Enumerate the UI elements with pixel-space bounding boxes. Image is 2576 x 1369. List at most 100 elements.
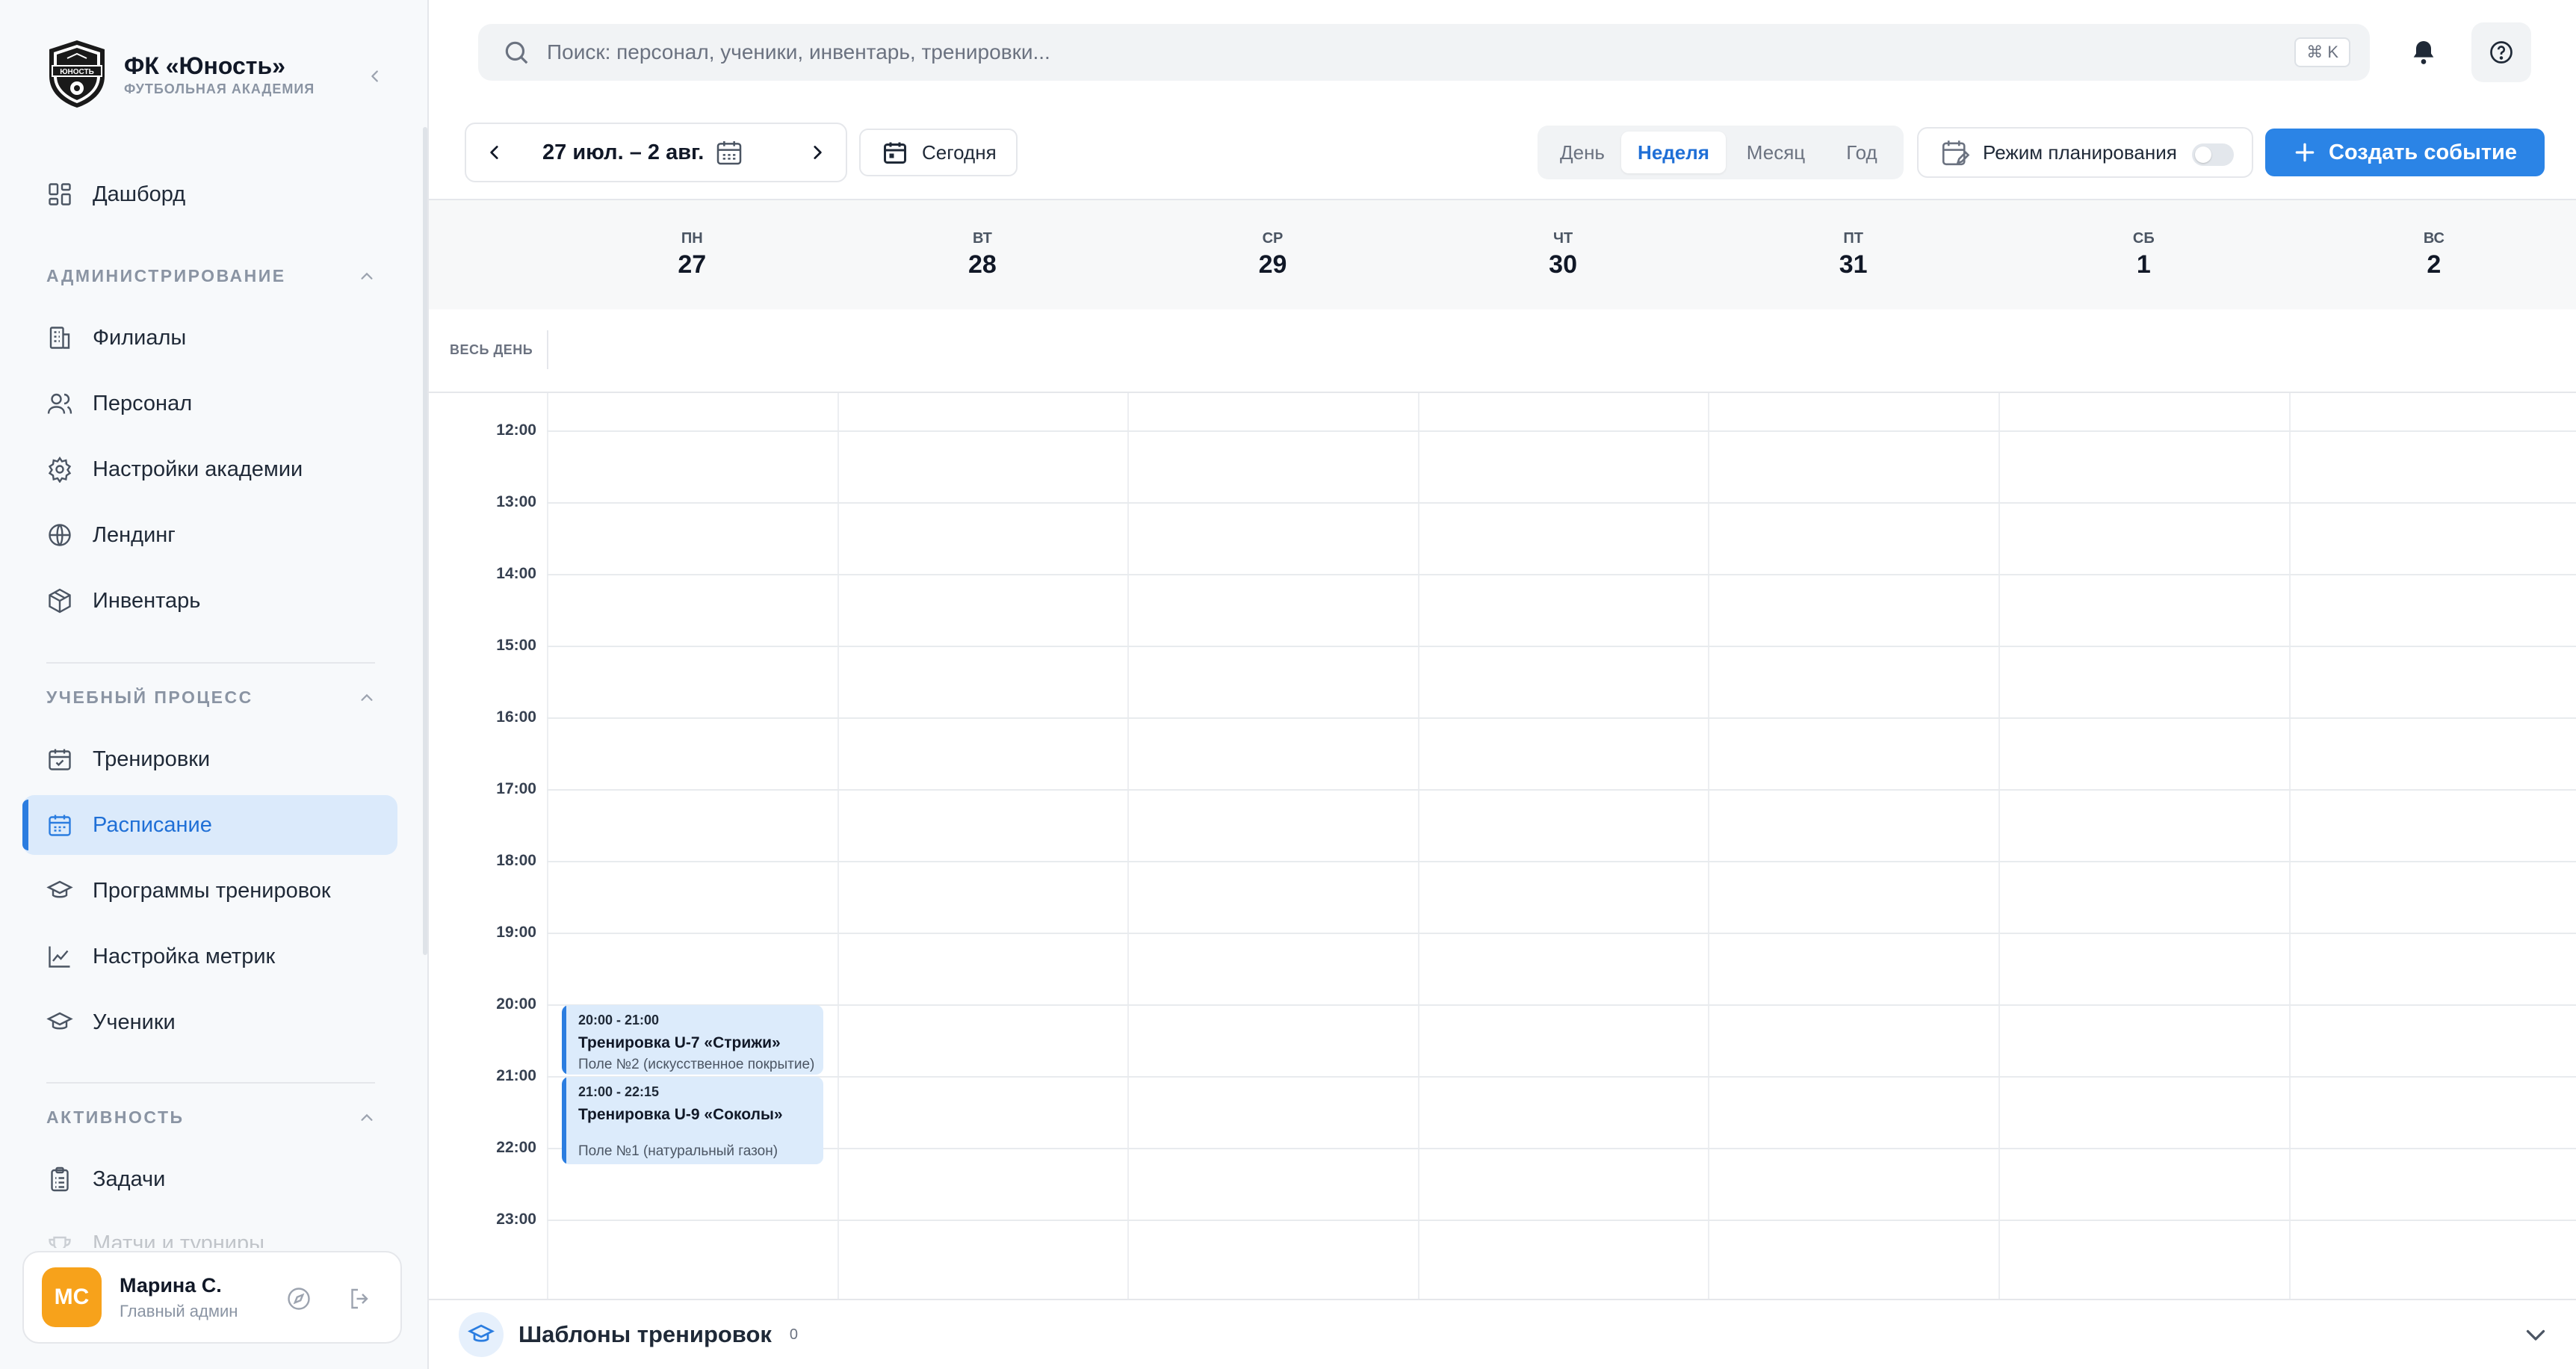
date-range-label[interactable]: 27 июл. – 2 авг. bbox=[542, 140, 704, 165]
building-icon bbox=[45, 323, 75, 353]
hour-line bbox=[547, 574, 2576, 575]
sidebar-item-label: Расписание bbox=[93, 812, 212, 837]
day-header[interactable]: ПТ 31 bbox=[1708, 200, 1998, 309]
chevron-left-icon bbox=[371, 70, 378, 82]
day-header[interactable]: СБ 1 bbox=[1998, 200, 2289, 309]
help-icon bbox=[2490, 41, 2512, 64]
logout-icon bbox=[351, 1288, 368, 1309]
day-header[interactable]: ЧТ 30 bbox=[1418, 200, 1709, 309]
planning-mode-toggle[interactable] bbox=[2192, 143, 2234, 166]
hour-label: 17:00 bbox=[496, 780, 536, 797]
sidebar-item-landing[interactable]: Лендинг bbox=[22, 505, 397, 565]
logo-text: ЮНОСТЬ bbox=[60, 68, 94, 76]
view-week-tab[interactable]: Неделя bbox=[1621, 132, 1726, 173]
user-card[interactable]: МС Марина С. Главный админ bbox=[22, 1251, 402, 1344]
sidebar-item-label: Инвентарь bbox=[93, 588, 201, 613]
calendar-edit-icon bbox=[1942, 140, 1970, 166]
day-name: СБ bbox=[2132, 230, 2155, 247]
compass-button[interactable] bbox=[284, 1284, 314, 1314]
sidebar-item-dashboard[interactable]: Дашборд bbox=[22, 164, 397, 224]
calendar-icon[interactable] bbox=[714, 137, 744, 167]
event-title: Тренировка U-9 «Соколы» bbox=[578, 1106, 783, 1123]
day-number: 2 bbox=[2427, 250, 2442, 279]
sidebar-item-matches[interactable]: Матчи и турниры bbox=[22, 1215, 397, 1248]
day-header[interactable]: СР 29 bbox=[1127, 200, 1418, 309]
view-day-tab[interactable]: День bbox=[1544, 132, 1621, 173]
chevron-up-icon bbox=[361, 1113, 373, 1121]
bell-icon bbox=[2413, 41, 2434, 64]
users-icon bbox=[45, 389, 75, 418]
templates-count: 0 bbox=[789, 1326, 799, 1343]
view-month-tab[interactable]: Месяц bbox=[1726, 132, 1826, 173]
section-header-activity[interactable]: АКТИВНОСТЬ bbox=[46, 1107, 375, 1128]
day-name: СР bbox=[1262, 230, 1284, 247]
all-day-row[interactable]: ВЕСЬ ДЕНЬ bbox=[429, 309, 2576, 393]
day-column-divider bbox=[837, 393, 839, 1299]
time-grid[interactable]: 12:00 13:00 14:00 15:00 16:00 17:00 18:00 19:00… bbox=[429, 393, 2576, 1299]
section-header-administration[interactable]: АДМИНИСТРИРОВАНИЕ bbox=[46, 266, 375, 286]
sidebar-item-label: Настройки академии bbox=[93, 457, 303, 481]
sidebar-item-academy-settings[interactable]: Настройки академии bbox=[22, 439, 397, 499]
training-templates-panel[interactable]: Шаблоны тренировок 0 bbox=[429, 1299, 2576, 1369]
sidebar-scrollbar[interactable] bbox=[423, 127, 427, 955]
day-header[interactable]: ПН 27 bbox=[547, 200, 837, 309]
planning-mode-control[interactable]: Режим планирования bbox=[1917, 127, 2253, 178]
brand-title: ФК «Юность» bbox=[124, 52, 285, 79]
event-time: 21:00 - 22:15 bbox=[578, 1084, 660, 1099]
section-title: УЧЕБНЫЙ ПРОЦЕСС bbox=[46, 687, 253, 707]
date-navigator: 27 июл. – 2 авг. bbox=[465, 123, 847, 182]
next-week-button[interactable] bbox=[789, 124, 846, 181]
graduation-cap-icon bbox=[459, 1312, 504, 1357]
sidebar-item-trainings[interactable]: Тренировки bbox=[22, 729, 397, 789]
hour-line bbox=[547, 861, 2576, 862]
sidebar-item-label: Дашборд bbox=[93, 182, 186, 206]
logout-button[interactable] bbox=[345, 1284, 375, 1314]
create-event-label: Создать событие bbox=[2329, 140, 2517, 164]
day-header[interactable]: ВТ 28 bbox=[837, 200, 1128, 309]
hour-line bbox=[547, 502, 2576, 504]
collapse-sidebar-button[interactable] bbox=[360, 61, 390, 91]
help-button[interactable] bbox=[2471, 22, 2531, 82]
calendar-event[interactable]: 21:00 - 22:15 Тренировка U-9 «Соколы» Поле… bbox=[562, 1077, 823, 1164]
today-button[interactable]: Сегодня bbox=[859, 129, 1018, 176]
hour-line bbox=[547, 430, 2576, 432]
view-year-tab[interactable]: Год bbox=[1826, 132, 1898, 173]
view-switcher: День Неделя Месяц Год bbox=[1538, 126, 1904, 179]
today-label: Сегодня bbox=[922, 140, 997, 164]
sidebar-item-tasks[interactable]: Задачи bbox=[22, 1149, 397, 1209]
chevron-up-icon bbox=[361, 693, 373, 701]
line-chart-icon bbox=[45, 942, 75, 971]
sidebar-item-staff[interactable]: Персонал bbox=[22, 374, 397, 433]
calendar-check-icon bbox=[45, 744, 75, 774]
chevron-left-icon bbox=[490, 146, 498, 159]
all-day-label: ВЕСЬ ДЕНЬ bbox=[450, 342, 533, 357]
planning-mode-label: Режим планирования bbox=[1983, 140, 2177, 164]
avatar: МС bbox=[42, 1267, 102, 1327]
calendar-event[interactable]: 20:00 - 21:00 Тренировка U-7 «Стрижи» Поле… bbox=[562, 1005, 823, 1075]
sidebar-item-students[interactable]: Ученики bbox=[22, 992, 397, 1052]
sidebar-item-training-programs[interactable]: Программы тренировок bbox=[22, 861, 397, 921]
sidebar-item-schedule[interactable]: Расписание bbox=[22, 795, 397, 855]
day-column-divider bbox=[1708, 393, 1710, 1299]
hour-line bbox=[547, 1004, 2576, 1006]
day-number: 30 bbox=[1549, 250, 1577, 279]
sidebar-item-branches[interactable]: Филиалы bbox=[22, 308, 397, 368]
sidebar-item-label: Настройка метрик bbox=[93, 944, 276, 968]
user-name: Марина С. bbox=[120, 1273, 222, 1297]
sidebar-item-inventory[interactable]: Инвентарь bbox=[22, 571, 397, 631]
day-header[interactable]: ВС 2 bbox=[2289, 200, 2576, 309]
day-number: 27 bbox=[678, 250, 707, 279]
prev-week-button[interactable] bbox=[466, 124, 523, 181]
section-header-training[interactable]: УЧЕБНЫЙ ПРОЦЕСС bbox=[46, 687, 375, 708]
sidebar-item-metrics-settings[interactable]: Настройка метрик bbox=[22, 927, 397, 986]
sidebar-item-label: Тренировки bbox=[93, 747, 211, 771]
notifications-button[interactable] bbox=[2394, 22, 2453, 82]
brand[interactable]: ЮНОСТЬ ФК «Юность» ФУТБОЛЬНАЯ АКАДЕМИЯ bbox=[45, 39, 315, 109]
search-input[interactable]: Поиск: персонал, ученики, инвентарь, тре… bbox=[478, 24, 2370, 81]
day-name: ВС bbox=[2423, 230, 2445, 247]
create-event-button[interactable]: Создать событие bbox=[2265, 129, 2545, 176]
chevron-down-icon[interactable] bbox=[2522, 1321, 2549, 1348]
day-name: ПТ bbox=[1843, 230, 1863, 247]
hour-label: 18:00 bbox=[496, 852, 536, 869]
day-column-divider bbox=[2288, 393, 2291, 1299]
